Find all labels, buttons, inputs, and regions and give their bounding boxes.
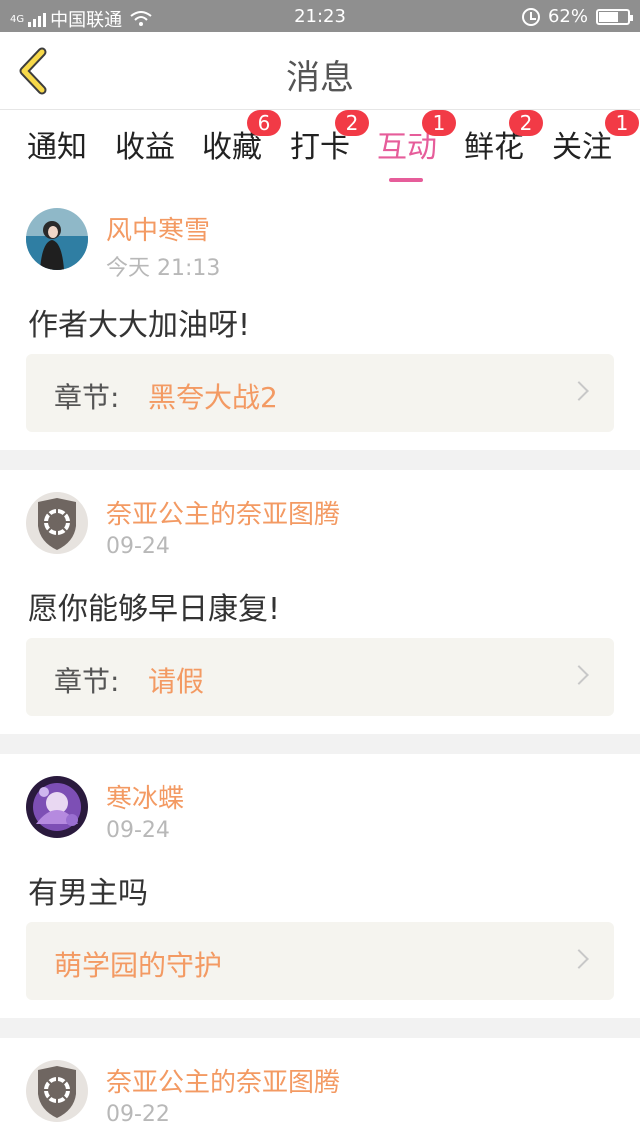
tab-label: 收益 (115, 130, 175, 165)
chevron-right-icon (569, 665, 589, 685)
message-item: 奈亚公主的奈亚图腾 09-24 愿你能够早日康复! 章节: 请假 (0, 470, 640, 734)
totem-emblem-icon (26, 1060, 88, 1122)
username[interactable]: 寒冰蝶 (106, 778, 184, 815)
avatar-anime-icon (26, 776, 88, 838)
totem-emblem-icon (26, 492, 88, 554)
unread-badge: 1 (422, 110, 456, 136)
tab-label: 打卡 (290, 130, 350, 165)
tab-favorites[interactable]: 收藏 6 (197, 110, 281, 166)
chevron-right-icon (569, 381, 589, 401)
username[interactable]: 奈亚公主的奈亚图腾 (106, 494, 340, 531)
status-bar: 4G 中国联通 21:23 62% (0, 0, 640, 32)
avatar[interactable] (26, 776, 88, 838)
message-time: 09-24 (106, 818, 170, 843)
chapter-label: 章节: (54, 381, 120, 414)
message-time: 今天 21:13 (106, 256, 221, 281)
message-item: 寒冰蝶 09-24 有男主吗 萌学园的守护 (0, 754, 640, 1018)
status-right: 62% (521, 6, 633, 27)
unread-badge: 1 (605, 110, 639, 136)
page-title: 消息 (286, 58, 354, 98)
chapter-name: 萌学园的守护 (54, 949, 223, 982)
avatar[interactable] (26, 1060, 88, 1122)
chapter-name: 黑夸大战2 (148, 381, 278, 414)
tab-label: 鲜花 (464, 130, 524, 165)
tab-label: 收藏 (202, 130, 262, 165)
message-time: 09-22 (106, 1102, 170, 1127)
separator (0, 450, 640, 470)
message-text: 作者大大加油呀! (28, 308, 251, 343)
tab-earnings[interactable]: 收益 (110, 122, 180, 166)
separator (0, 1018, 640, 1038)
battery-percent: 62% (547, 6, 588, 27)
avatar[interactable] (26, 492, 88, 554)
message-time: 09-24 (106, 534, 170, 559)
separator (0, 734, 640, 754)
unread-badge: 2 (335, 110, 369, 136)
chapter-name: 请假 (148, 665, 205, 698)
unread-badge: 2 (509, 110, 543, 136)
battery-icon (596, 8, 633, 25)
tab-follow[interactable]: 关注 1 (547, 110, 639, 166)
tab-bar: 通知 收益 收藏 6 打卡 2 互动 1 鲜花 2 关注 1 (0, 110, 640, 182)
nav-bar: 消息 (0, 32, 640, 110)
avatar[interactable] (26, 208, 88, 270)
chapter-link[interactable]: 章节: 黑夸大战2 (26, 354, 614, 432)
chapter-label: 章节: (54, 665, 120, 698)
alarm-icon (521, 7, 540, 26)
avatar-photo-icon (26, 208, 88, 270)
message-text: 愿你能够早日康复! (28, 592, 281, 627)
battery-fill (599, 11, 618, 22)
message-item: 风中寒雪 今天 21:13 作者大大加油呀! 章节: 黑夸大战2 (0, 186, 640, 450)
tab-checkin[interactable]: 打卡 2 (285, 110, 369, 166)
unread-badge: 6 (247, 110, 281, 136)
tab-label: 通知 (27, 130, 87, 165)
active-tab-indicator (389, 178, 423, 182)
message-text: 有男主吗 (28, 876, 148, 911)
tab-label: 互动 (377, 130, 437, 165)
tab-label: 关注 (552, 130, 612, 165)
chevron-right-icon (569, 949, 589, 969)
chapter-link[interactable]: 章节: 请假 (26, 638, 614, 716)
tab-notifications[interactable]: 通知 (22, 122, 92, 166)
tab-flowers[interactable]: 鲜花 2 (459, 110, 543, 166)
tab-interaction[interactable]: 互动 1 (372, 110, 456, 182)
username[interactable]: 风中寒雪 (106, 210, 210, 247)
chapter-link[interactable]: 萌学园的守护 (26, 922, 614, 1000)
message-item: 奈亚公主的奈亚图腾 09-22 (0, 1038, 640, 1138)
username[interactable]: 奈亚公主的奈亚图腾 (106, 1062, 340, 1099)
